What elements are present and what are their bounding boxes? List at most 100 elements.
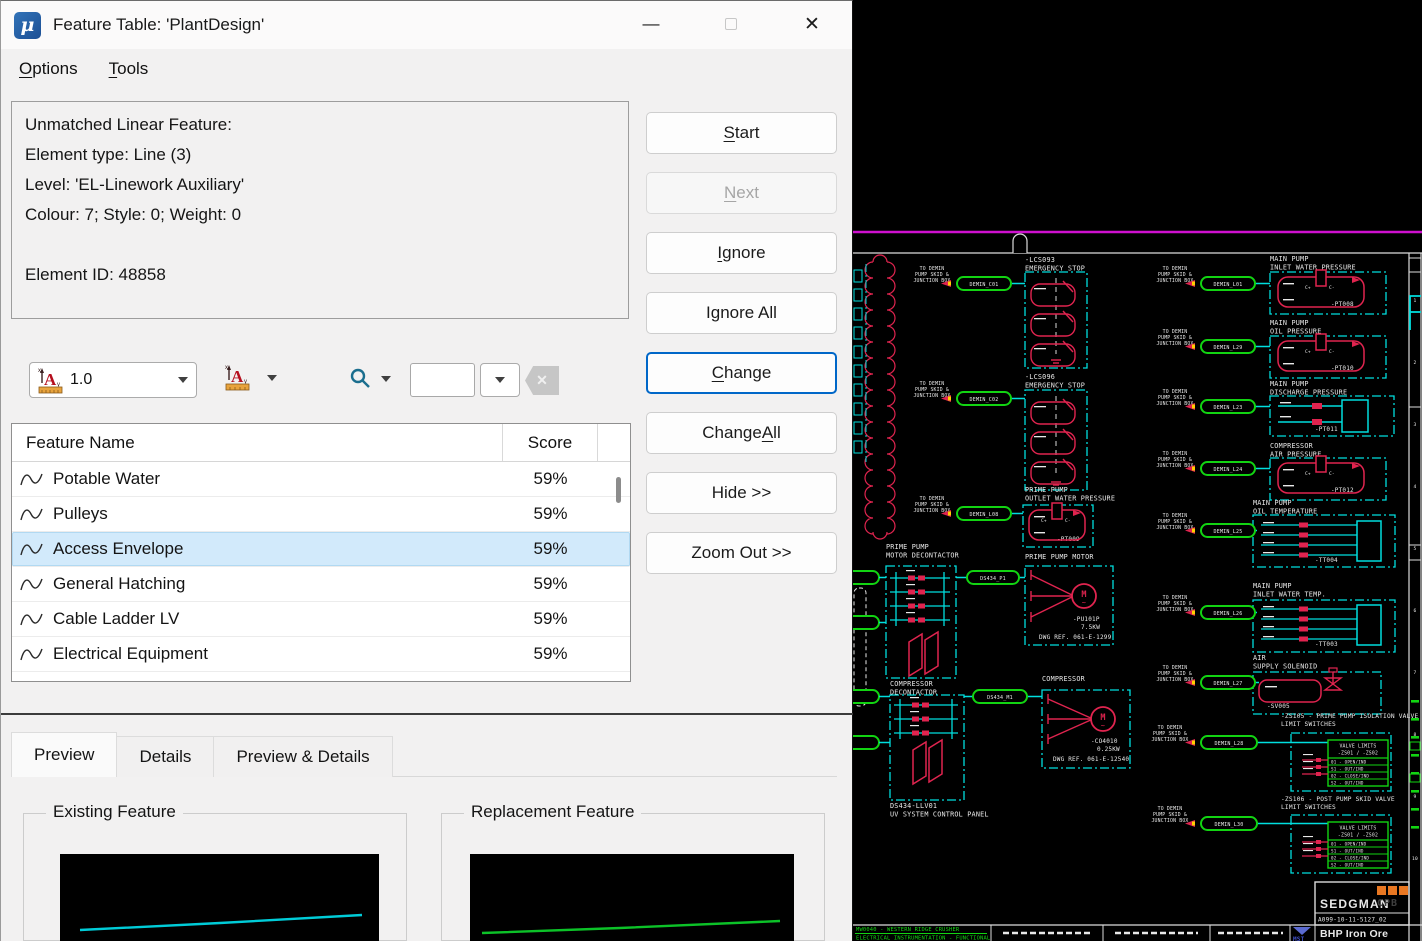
svg-text:-PU101P: -PU101P bbox=[1073, 616, 1100, 623]
svg-text:EMERGENCY STOP: EMERGENCY STOP bbox=[1025, 382, 1085, 390]
annotation-scale-icon: x y A bbox=[225, 365, 250, 391]
svg-text:2: 2 bbox=[1414, 360, 1417, 366]
svg-text:DEMIN_L30: DEMIN_L30 bbox=[1215, 822, 1244, 828]
hide-button[interactable]: Hide >> bbox=[646, 472, 837, 514]
svg-text:DEMIN_C02: DEMIN_C02 bbox=[970, 397, 999, 403]
table-row[interactable]: Potable Water 59% bbox=[12, 462, 630, 497]
svg-text:PUMP SKID &: PUMP SKID & bbox=[1153, 731, 1187, 737]
svg-text:A099-10-11-5127_02: A099-10-11-5127_02 bbox=[1318, 917, 1387, 924]
feature-score: 59% bbox=[533, 469, 568, 488]
menu-tools[interactable]: Tools bbox=[109, 59, 149, 79]
annotation-scale-combo[interactable]: x y A 1.0 bbox=[29, 362, 197, 398]
svg-text:AIR PRESSURE: AIR PRESSURE bbox=[1270, 451, 1322, 459]
svg-text:MW0040 - WESTERN RIDGE CRUSHER: MW0040 - WESTERN RIDGE CRUSHER bbox=[856, 927, 960, 933]
svg-text:PUMP SKID &: PUMP SKID & bbox=[1158, 671, 1192, 677]
svg-text:7: 7 bbox=[1414, 670, 1417, 676]
minimize-button[interactable]: — bbox=[628, 1, 674, 47]
existing-feature-preview[interactable] bbox=[60, 854, 379, 941]
feature-table-header[interactable]: Feature Name Score bbox=[12, 424, 630, 462]
svg-text:DS434_M1: DS434_M1 bbox=[987, 695, 1013, 701]
secondary-scale-dropdown[interactable]: x y A bbox=[225, 363, 277, 392]
clear-filter-button[interactable]: ✕ bbox=[525, 366, 559, 395]
svg-text:PRIME PUMP MOTOR: PRIME PUMP MOTOR bbox=[1025, 553, 1094, 561]
svg-text:TO DEMIN: TO DEMIN bbox=[1163, 665, 1188, 671]
svg-text:-LCS093: -LCS093 bbox=[1025, 256, 1055, 264]
scrollbar-thumb[interactable] bbox=[616, 477, 621, 503]
svg-text:MOTOR DECONTACTOR: MOTOR DECONTACTOR bbox=[886, 552, 960, 560]
table-row[interactable]: Pulleys 59% bbox=[12, 497, 630, 532]
svg-text:OIL PRESSURE: OIL PRESSURE bbox=[1270, 328, 1322, 336]
next-button[interactable]: Next bbox=[646, 172, 837, 214]
feature-name: Cable Ladder LV bbox=[53, 609, 180, 628]
svg-text:PUMP SKID &: PUMP SKID & bbox=[1158, 335, 1192, 341]
column-header-score[interactable]: Score bbox=[503, 424, 598, 461]
svg-text:DEMIN_L26: DEMIN_L26 bbox=[1214, 611, 1243, 617]
title-bar[interactable]: μ Feature Table: 'PlantDesign' — ✕ bbox=[1, 1, 852, 49]
zoom-out-button[interactable]: Zoom Out >> bbox=[646, 532, 837, 574]
filter-history-dropdown[interactable] bbox=[480, 363, 520, 397]
table-row[interactable]: Cable Ladder LV 59% bbox=[12, 602, 630, 637]
svg-text:PUMP SKID &: PUMP SKID & bbox=[1158, 272, 1192, 278]
filter-input[interactable] bbox=[410, 363, 475, 397]
existing-feature-label: Existing Feature bbox=[46, 802, 183, 822]
svg-text:C-: C- bbox=[1329, 349, 1335, 355]
svg-text:TO DEMIN: TO DEMIN bbox=[1163, 389, 1188, 395]
ignore-button[interactable]: Ignore bbox=[646, 232, 837, 274]
svg-text:-TT004: -TT004 bbox=[1315, 557, 1338, 564]
feature-name: Electrical Equipment bbox=[53, 644, 208, 663]
close-button[interactable]: ✕ bbox=[789, 1, 835, 47]
svg-text:PUMP SKID &: PUMP SKID & bbox=[1158, 395, 1192, 401]
chevron-down-icon bbox=[178, 377, 188, 383]
replacement-feature-group: Replacement Feature bbox=[441, 802, 825, 941]
search-dropdown[interactable] bbox=[349, 367, 391, 391]
svg-text:C+: C+ bbox=[1305, 471, 1311, 477]
tab-preview[interactable]: Preview bbox=[11, 732, 118, 777]
svg-text:S1 - OUT/IND: S1 - OUT/IND bbox=[1331, 848, 1364, 853]
svg-text:C+: C+ bbox=[1305, 349, 1311, 355]
svg-text:3: 3 bbox=[1414, 422, 1417, 428]
table-row[interactable]: General Hatching 59% bbox=[12, 567, 630, 602]
svg-text:SUPPLY SOLENOID: SUPPLY SOLENOID bbox=[1253, 663, 1317, 671]
change-all-button[interactable]: Change All bbox=[646, 412, 837, 454]
panel-divider[interactable] bbox=[1, 713, 854, 715]
tab-details[interactable]: Details bbox=[117, 736, 215, 777]
svg-text:DEMIN_L29: DEMIN_L29 bbox=[1214, 345, 1243, 351]
svg-text:-LCS096: -LCS096 bbox=[1025, 373, 1055, 381]
tab-preview-details[interactable]: Preview & Details bbox=[214, 736, 393, 777]
element-info-box: Unmatched Linear Feature: Element type: L… bbox=[11, 101, 629, 319]
column-header-feature-name[interactable]: Feature Name bbox=[12, 424, 503, 461]
svg-text:JUNCTION BOX: JUNCTION BOX bbox=[1151, 737, 1188, 743]
table-row[interactable]: Access Envelope 59% bbox=[12, 532, 630, 567]
svg-text:-PT011: -PT011 bbox=[1315, 426, 1338, 433]
svg-text:C-: C- bbox=[1329, 285, 1335, 291]
svg-text:PRIME PUMP: PRIME PUMP bbox=[886, 543, 929, 551]
annotation-scale-icon: x y A bbox=[38, 367, 63, 393]
change-button[interactable]: Change bbox=[646, 352, 837, 394]
feature-name: Pulleys bbox=[53, 504, 108, 523]
svg-text:C-: C- bbox=[1329, 471, 1335, 477]
maximize-button[interactable] bbox=[708, 1, 754, 47]
svg-text:PUMP SKID &: PUMP SKID & bbox=[915, 502, 949, 508]
svg-text:TO DEMIN: TO DEMIN bbox=[1158, 806, 1183, 812]
replacement-feature-preview[interactable] bbox=[470, 854, 794, 941]
ignore-all-button[interactable]: Ignore All bbox=[646, 292, 837, 334]
svg-text:TO DEMIN: TO DEMIN bbox=[1163, 329, 1188, 335]
svg-text:6: 6 bbox=[1414, 608, 1417, 614]
svg-text:DEMIN_L01: DEMIN_L01 bbox=[1214, 282, 1243, 288]
svg-text:ELECTRICAL INSTRUMENTATION - F: ELECTRICAL INSTRUMENTATION - FUNCTIONAL bbox=[856, 936, 990, 941]
menu-options[interactable]: Options bbox=[19, 59, 78, 79]
table-row[interactable]: Electrical Equipment 59% bbox=[12, 637, 630, 672]
info-line bbox=[25, 230, 615, 260]
info-line: Level: 'EL-Linework Auxiliary' bbox=[25, 175, 245, 194]
svg-text:COMPRESSOR: COMPRESSOR bbox=[890, 680, 934, 688]
svg-text:MAIN PUMP: MAIN PUMP bbox=[1253, 582, 1292, 590]
svg-text:MAIN PUMP: MAIN PUMP bbox=[1270, 380, 1309, 388]
svg-text:UV SYSTEM CONTROL PANEL: UV SYSTEM CONTROL PANEL bbox=[890, 811, 989, 819]
cad-viewport[interactable]: 1 2 3 4 5 6 7 8 9 10 TO DEMIN PUMP SKID & JUNCTION B… bbox=[840, 0, 1422, 941]
svg-text:S1 - OUT/IND: S1 - OUT/IND bbox=[1331, 766, 1364, 771]
svg-text:-ZS106 - POST PUMP SKID VALVE: -ZS106 - POST PUMP SKID VALVE bbox=[1281, 796, 1395, 803]
chevron-down-icon bbox=[495, 377, 505, 383]
svg-text:MAIN PUMP: MAIN PUMP bbox=[1270, 319, 1309, 327]
start-button[interactable]: Start bbox=[646, 112, 837, 154]
svg-text:DEMIN_L23: DEMIN_L23 bbox=[1214, 405, 1243, 411]
